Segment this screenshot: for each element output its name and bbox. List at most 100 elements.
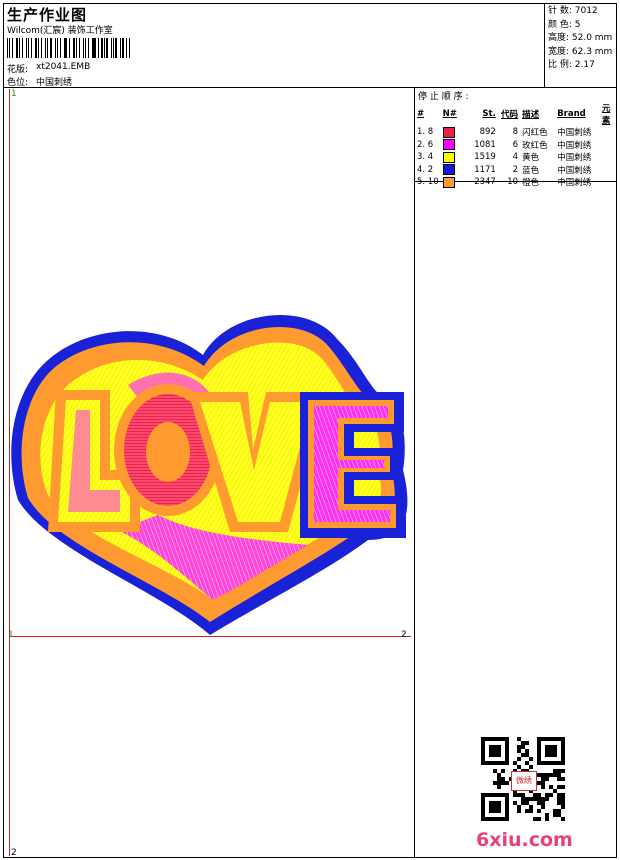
color-row-brand: 中国刺绣 xyxy=(557,178,592,189)
barcode-bar xyxy=(101,38,103,58)
col-header-desc: 描述 xyxy=(522,110,540,120)
barcode-bar xyxy=(54,38,56,58)
color-row[interactable]: 5. 10 2347 10 橙色 中国刺绣 xyxy=(415,176,620,189)
pattern-label: 花版: xyxy=(7,65,29,75)
barcode-bar xyxy=(93,38,96,58)
barcode-bar xyxy=(12,38,13,58)
col-header-stitches: St. xyxy=(482,109,496,119)
barcode-bar xyxy=(65,38,67,58)
color-row[interactable]: 3. 4 1519 4 黄色 中国刺绣 xyxy=(415,151,620,164)
colorway-value: 中国刺绣 xyxy=(36,78,73,88)
color-row-stitches: 892 xyxy=(479,127,496,138)
color-row-element xyxy=(600,139,620,152)
pattern-value: xt2041.EMB xyxy=(36,62,91,72)
color-row-swatch-cell xyxy=(441,164,467,177)
color-row-code: 6 xyxy=(512,139,519,150)
barcode-bar xyxy=(84,38,86,58)
barcode-bar xyxy=(82,38,84,58)
col-header-element: 元素 xyxy=(601,104,611,126)
color-row-stitches: 2347 xyxy=(474,177,496,188)
barcode-bar xyxy=(40,38,42,58)
stat-height: 高度: 52.0 mm xyxy=(548,33,613,44)
color-swatch xyxy=(442,126,455,138)
color-row-element xyxy=(600,126,620,139)
color-row-index: 5. 10 xyxy=(417,177,439,188)
color-row-index: 2. 6 xyxy=(417,139,434,150)
design-stats: 针 数: 7012 颜 色: 5 高度: 52.0 mm 宽度: 62.3 mm… xyxy=(548,5,612,73)
barcode-bar xyxy=(44,38,46,58)
color-row-desc: 黄色 xyxy=(522,153,540,164)
stats-divider xyxy=(544,3,545,87)
col-header-code: 代码 xyxy=(501,110,519,120)
love-lettering xyxy=(48,384,406,538)
watermark-logo: 6xiu.com xyxy=(476,829,573,851)
barcode-bar xyxy=(7,38,9,58)
barcode-bar xyxy=(49,38,52,58)
color-row-swatch-cell xyxy=(441,176,467,189)
barcode-bar xyxy=(122,38,124,58)
col-header-index: # xyxy=(417,109,425,119)
barcode-bar xyxy=(72,38,75,58)
barcode-bar xyxy=(115,38,118,58)
color-swatch xyxy=(442,176,455,188)
color-row-stitches: 1171 xyxy=(474,164,496,175)
color-row-code: 10 xyxy=(507,177,519,188)
barcode-bar xyxy=(56,38,58,58)
color-row-stitches: 1519 xyxy=(474,152,496,163)
embroidery-design-preview xyxy=(11,314,408,635)
color-swatch xyxy=(442,164,455,176)
barcode-bar xyxy=(68,38,70,58)
color-row-element xyxy=(600,151,620,164)
barcode-bar xyxy=(120,38,122,58)
stat-scale: 比 例: 2.17 xyxy=(548,60,595,71)
barcode-bar xyxy=(21,38,24,58)
studio-name: Wilcom(汇宸) 装饰工作室 xyxy=(7,26,113,36)
barcode-bar xyxy=(106,38,108,58)
header-divider xyxy=(3,87,617,88)
color-row-index: 1. 8 xyxy=(417,127,434,138)
color-row-code: 8 xyxy=(512,127,519,138)
barcode-bar xyxy=(63,38,65,58)
color-row-swatch-cell xyxy=(441,139,467,152)
color-row[interactable]: 1. 8 892 8 闪红色 中国刺绣 xyxy=(415,126,620,139)
color-row[interactable]: 4. 2 1171 2 蓝色 中国刺绣 xyxy=(415,164,620,177)
color-row-brand: 中国刺绣 xyxy=(557,165,592,176)
color-row-brand: 中国刺绣 xyxy=(557,128,592,139)
barcode-bar xyxy=(27,38,29,58)
barcode-bar xyxy=(103,38,105,58)
stat-stitches: 针 数: 7012 xyxy=(548,6,598,16)
barcode-bar xyxy=(26,38,27,58)
barcode-bar xyxy=(125,38,127,58)
marker-bottom-left: 2 xyxy=(11,848,17,858)
color-row-brand: 中国刺绣 xyxy=(557,153,592,164)
col-header-brand: Brand xyxy=(557,109,586,119)
stat-colors: 颜 色: 5 xyxy=(548,19,581,30)
color-row-index: 3. 4 xyxy=(417,152,434,163)
page-title: 生产作业图 xyxy=(7,6,88,24)
color-row-index: 4. 2 xyxy=(417,164,434,175)
color-row-code: 4 xyxy=(512,152,519,163)
barcode-bar xyxy=(38,38,39,58)
color-swatch xyxy=(442,139,455,151)
color-row-element xyxy=(600,176,620,189)
color-row-desc: 闪红色 xyxy=(522,128,548,139)
barcode-bar xyxy=(110,38,112,58)
barcode-bar xyxy=(91,38,93,58)
barcode-bar xyxy=(9,38,11,58)
right-panel-divider xyxy=(414,87,415,858)
barcode-bar xyxy=(75,38,78,58)
color-swatch xyxy=(442,151,455,163)
barcode-bar xyxy=(79,38,80,58)
stop-sequence-title: 停 止 顺 序 : xyxy=(418,92,469,102)
color-row-stitches: 1081 xyxy=(474,139,496,150)
barcode-bar xyxy=(15,38,18,58)
stat-width: 宽度: 62.3 mm xyxy=(548,46,613,57)
barcode-bar xyxy=(35,38,38,58)
barcode xyxy=(7,38,131,58)
color-row[interactable]: 2. 6 1081 6 玫红色 中国刺绣 xyxy=(415,139,620,152)
barcode-bar xyxy=(112,38,114,58)
color-row-desc: 玫红色 xyxy=(522,140,548,151)
color-row-swatch-cell xyxy=(441,126,467,139)
color-row-element xyxy=(600,164,620,177)
color-row-brand: 中国刺绣 xyxy=(557,140,592,151)
